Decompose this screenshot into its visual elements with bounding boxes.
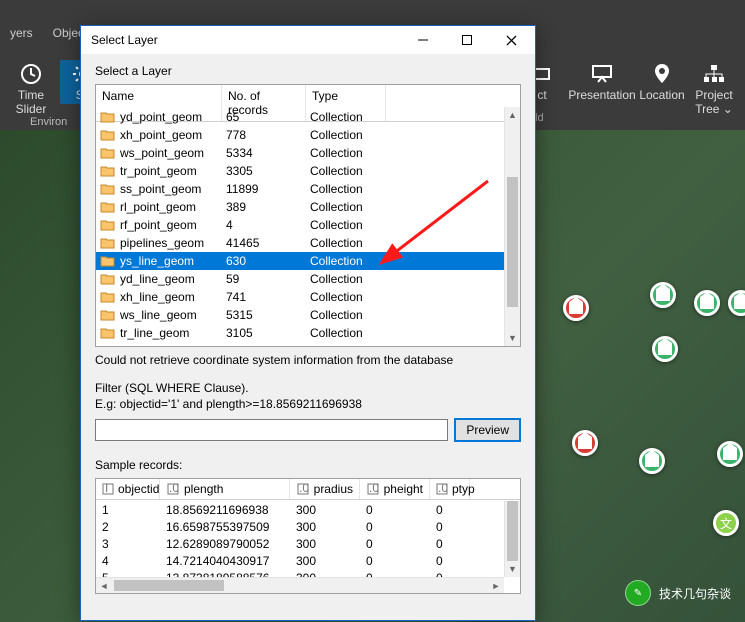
- layer-file-icon: [100, 343, 116, 346]
- clock-icon: [19, 62, 43, 86]
- select-layer-dialog: Select Layer Select a Layer Name No. of …: [80, 25, 536, 621]
- ribbon-item-label: Time Slider: [10, 88, 52, 116]
- map-marker[interactable]: 文: [713, 510, 739, 536]
- select-layer-label: Select a Layer: [95, 64, 521, 78]
- location-pin-icon: [650, 62, 674, 86]
- watermark-icon: ✎: [625, 580, 651, 606]
- sample-row[interactable]: 312.628908979005230000: [96, 535, 504, 552]
- filter-label: Filter (SQL WHERE Clause). E.g: objectid…: [95, 381, 521, 412]
- map-marker[interactable]: [639, 448, 665, 474]
- layer-file-icon: [100, 289, 116, 305]
- tree-icon: [702, 62, 726, 86]
- preview-button[interactable]: Preview: [454, 418, 521, 442]
- svg-text:I: I: [105, 483, 108, 495]
- sample-row[interactable]: 216.659875539750930000: [96, 518, 504, 535]
- sample-records-label: Sample records:: [95, 458, 521, 472]
- ribbon-group-label: Environ: [30, 116, 67, 128]
- ribbon-item-label: Presentation: [568, 88, 635, 102]
- map-marker[interactable]: [717, 441, 743, 467]
- dialog-title: Select Layer: [91, 33, 401, 47]
- layer-file-icon: [100, 109, 116, 125]
- layer-file-icon: [100, 181, 116, 197]
- ribbon-location[interactable]: Location: [639, 60, 685, 104]
- watermark: ✎ 技术几句杂谈: [625, 580, 731, 606]
- sample-hscrollbar[interactable]: ◄ ►: [96, 577, 504, 593]
- minimize-button[interactable]: [401, 26, 445, 54]
- scroll-thumb[interactable]: [114, 580, 224, 591]
- map-marker[interactable]: [694, 290, 720, 316]
- close-button[interactable]: [489, 26, 533, 54]
- column-icon: .0: [366, 482, 380, 496]
- column-icon: .0: [436, 482, 448, 496]
- scroll-down-icon[interactable]: ▼: [505, 330, 520, 346]
- scroll-left-icon[interactable]: ◄: [96, 578, 112, 593]
- map-marker[interactable]: [652, 336, 678, 362]
- layer-file-icon: [100, 325, 116, 341]
- layer-file-icon: [100, 145, 116, 161]
- layer-file-icon: [100, 307, 116, 323]
- listbox-vscrollbar[interactable]: ▲ ▼: [504, 107, 520, 346]
- maximize-button[interactable]: [445, 26, 489, 54]
- layer-row[interactable]: ws_line_geom5315Collection: [96, 306, 504, 324]
- layer-row[interactable]: tr_point_geom3305Collection: [96, 162, 504, 180]
- column-icon: I: [102, 482, 114, 496]
- scroll-down-icon[interactable]: ▼: [505, 561, 520, 577]
- map-marker[interactable]: [650, 282, 676, 308]
- layer-row[interactable]: ys_line_geom630Collection: [96, 252, 504, 270]
- layer-row[interactable]: yd_point_geom65Collection: [96, 108, 504, 126]
- svg-text:.0: .0: [299, 483, 309, 495]
- layer-row[interactable]: rf_point_geom4Collection: [96, 216, 504, 234]
- layer-file-icon: [100, 271, 116, 287]
- presentation-icon: [590, 62, 614, 86]
- svg-text:.0: .0: [169, 483, 179, 495]
- layer-row[interactable]: tr_line_geom3105Collection: [96, 324, 504, 342]
- sample-vscrollbar[interactable]: ▲ ▼: [504, 501, 520, 577]
- layer-row[interactable]: ws_point_geom5334Collection: [96, 144, 504, 162]
- sample-header: Iobjectid .0plength .0pradius .0pheight …: [96, 479, 520, 500]
- scroll-thumb[interactable]: [507, 177, 518, 307]
- ribbon-project-tree[interactable]: Project Tree ⌄: [691, 60, 737, 118]
- scroll-thumb[interactable]: [507, 501, 518, 561]
- svg-text:.0: .0: [369, 483, 379, 495]
- layer-file-icon: [100, 235, 116, 251]
- layer-row[interactable]: rl_point_geom389Collection: [96, 198, 504, 216]
- sample-row[interactable]: 414.721404043091730000: [96, 552, 504, 569]
- titlebar[interactable]: Select Layer: [81, 26, 535, 54]
- ribbon-presentation[interactable]: Presentation: [571, 60, 633, 104]
- layer-file-icon: [100, 217, 116, 233]
- svg-text:.0: .0: [438, 483, 448, 495]
- layer-row[interactable]: xh_point_geom778Collection: [96, 126, 504, 144]
- ribbon-item-label: Project Tree ⌄: [693, 88, 735, 116]
- sample-row[interactable]: 118.856921169693830000: [96, 501, 504, 518]
- layer-row[interactable]: xh_line_geom741Collection: [96, 288, 504, 306]
- ribbon-time-slider[interactable]: Time Slider: [8, 60, 54, 118]
- map-marker[interactable]: [563, 295, 589, 321]
- ribbon-item-label: ct: [537, 88, 546, 102]
- layer-row[interactable]: pipelines_geom41465Collection: [96, 234, 504, 252]
- layer-row[interactable]: yd_line_geom59Collection: [96, 270, 504, 288]
- scroll-up-icon[interactable]: ▲: [505, 107, 520, 123]
- layer-file-icon: [100, 199, 116, 215]
- sample-records-table[interactable]: Iobjectid .0plength .0pradius .0pheight …: [95, 478, 521, 594]
- map-marker[interactable]: [572, 430, 598, 456]
- layer-file-icon: [100, 127, 116, 143]
- layer-row[interactable]: ss_line_geom11513Collection: [96, 342, 504, 346]
- watermark-text: 技术几句杂谈: [659, 585, 731, 602]
- ribbon-item-label: Location: [639, 88, 684, 102]
- layer-listbox[interactable]: Name No. of records Type yd_point_geom65…: [95, 84, 521, 347]
- layer-file-icon: [100, 163, 116, 179]
- map-marker[interactable]: [728, 290, 745, 316]
- layer-row[interactable]: ss_point_geom11899Collection: [96, 180, 504, 198]
- column-icon: .0: [166, 482, 180, 496]
- column-icon: .0: [296, 482, 310, 496]
- coord-warning: Could not retrieve coordinate system inf…: [95, 353, 521, 367]
- filter-input[interactable]: [95, 419, 448, 441]
- layer-file-icon: [100, 253, 116, 269]
- sample-row[interactable]: 513.873818958857630000: [96, 569, 504, 577]
- ribbon-group-right: ct Presentation Location Project Tree ⌄: [519, 60, 737, 118]
- ribbon-sublabel: ld: [535, 112, 544, 124]
- ribbon-tab-layers[interactable]: yers: [0, 22, 43, 44]
- scroll-right-icon[interactable]: ►: [488, 578, 504, 593]
